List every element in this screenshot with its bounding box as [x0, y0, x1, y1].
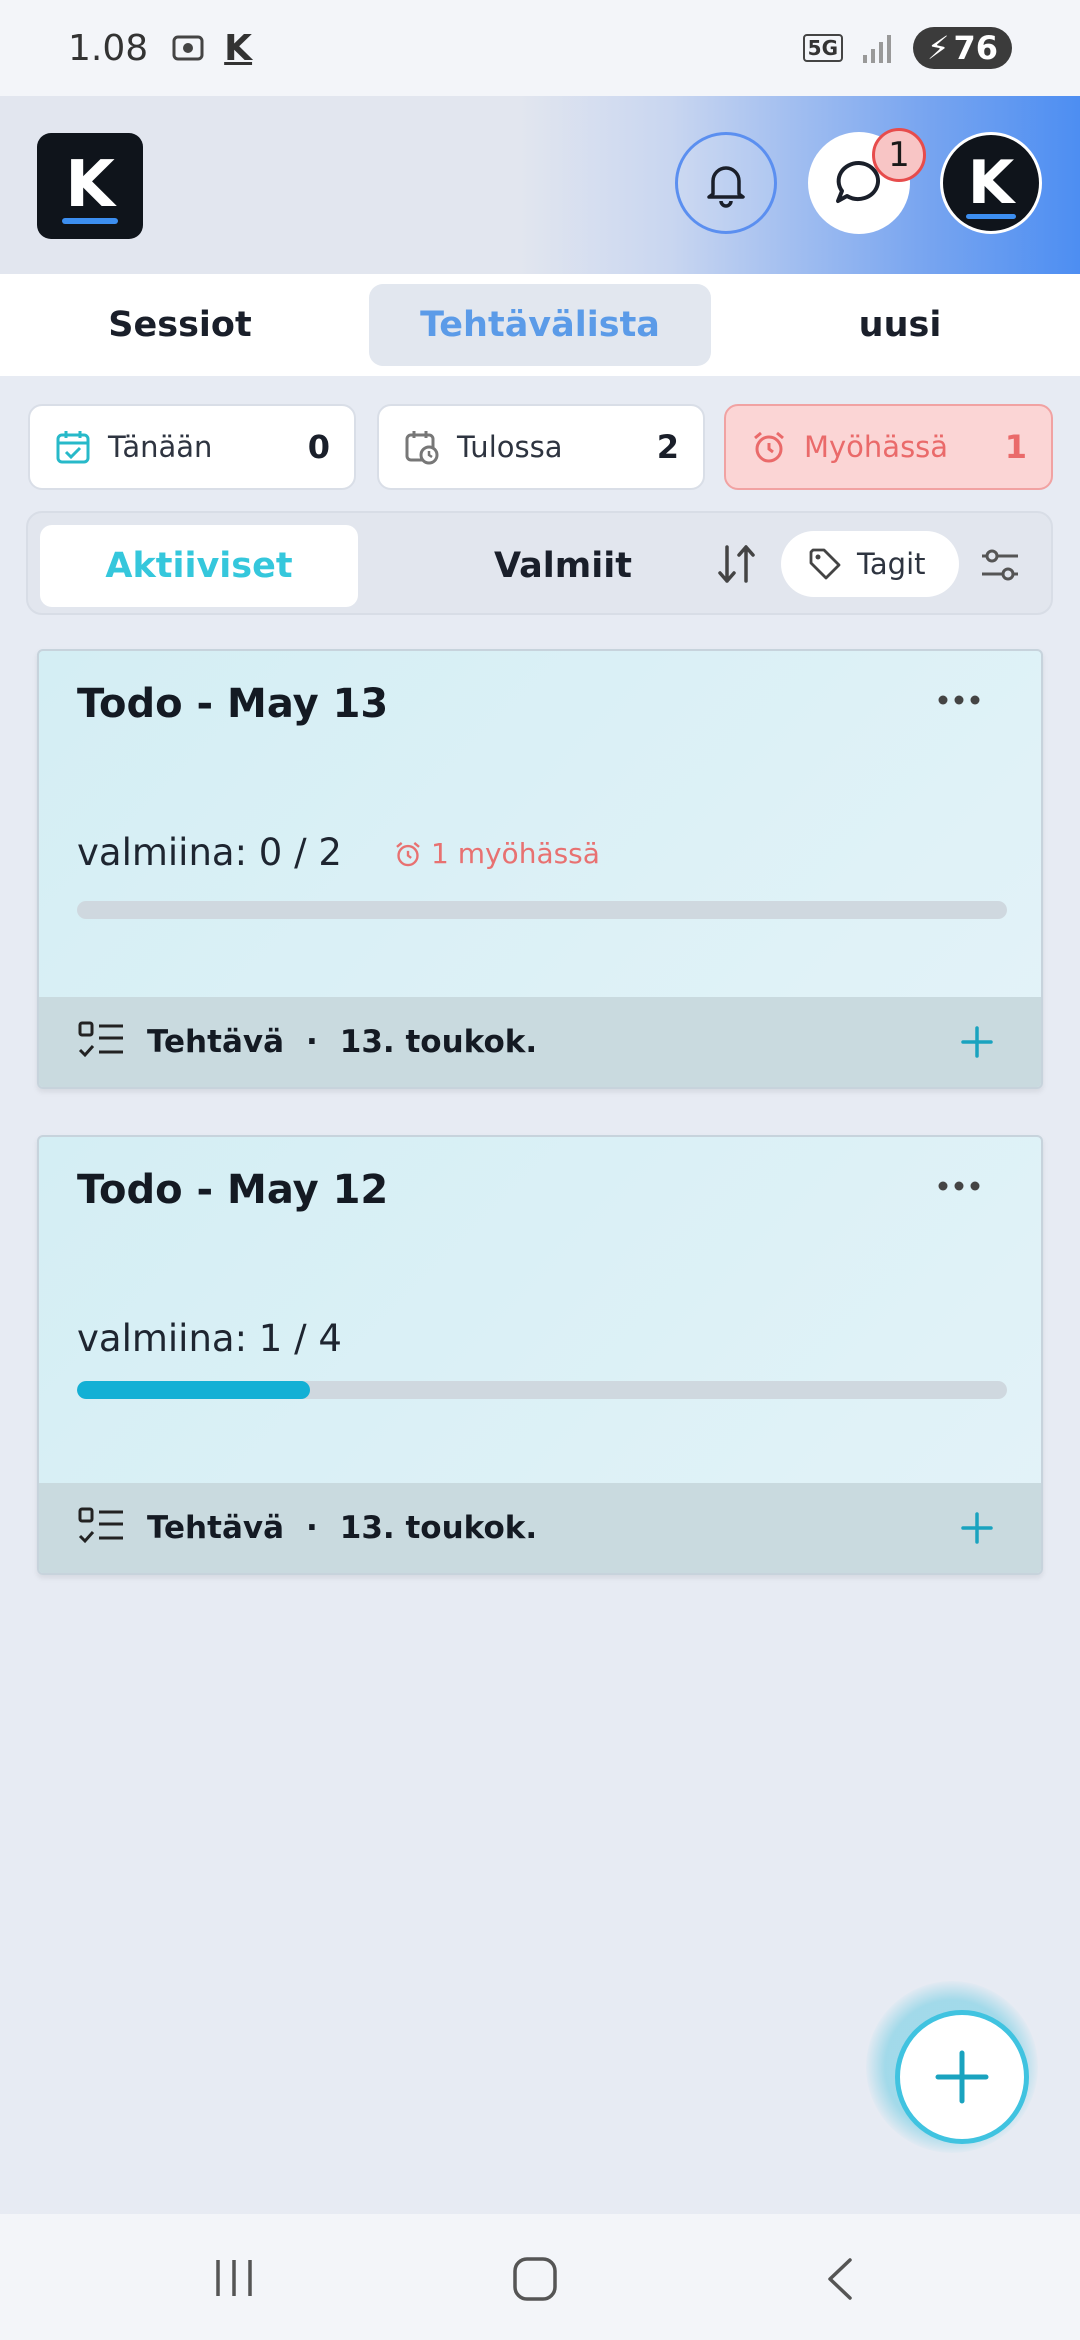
home-icon[interactable]: [512, 2256, 558, 2302]
card-title: Todo - May 12: [77, 1167, 389, 1213]
stat-overdue-label: Myöhässä: [804, 430, 949, 464]
card-footer-separator: ·: [306, 1510, 318, 1546]
add-task-icon[interactable]: [959, 1024, 995, 1060]
tag-icon: [809, 548, 841, 580]
card-date: 13. toukok.: [339, 1024, 538, 1060]
card-progress-bar: [77, 1381, 1007, 1399]
card-type: Tehtävä: [147, 1510, 284, 1546]
card-footer: Tehtävä · 13. toukok.: [39, 1483, 1041, 1573]
stat-upcoming-label: Tulossa: [457, 430, 563, 464]
alarm-icon: [754, 431, 784, 463]
recent-apps-icon[interactable]: [212, 2256, 256, 2300]
card-title: Todo - May 13: [77, 681, 389, 727]
card-progress-text: valmiina: 1 / 4: [77, 1317, 342, 1360]
checklist-icon: [78, 1021, 123, 1058]
todo-card[interactable]: Todo - May 13 valmiina: 0 / 2 1 myöhässä…: [37, 649, 1043, 1089]
filter-bar: Aktiiviset Valmiit Tagit: [26, 511, 1053, 615]
logo-letter: K: [65, 148, 115, 222]
stat-upcoming-count: 2: [656, 428, 679, 466]
alarm-icon: [396, 841, 420, 866]
tags-label: Tagit: [857, 547, 926, 581]
signal-icon: [863, 35, 891, 63]
battery-level: 76: [953, 29, 998, 67]
card-late-note: 1 myöhässä: [393, 837, 600, 870]
charging-icon: ⚡: [927, 29, 950, 67]
card-footer-separator: ·: [306, 1024, 318, 1060]
avatar-letter: K: [967, 147, 1015, 218]
card-type: Tehtävä: [147, 1024, 284, 1060]
card-footer: Tehtävä · 13. toukok.: [39, 997, 1041, 1087]
card-progress-fill: [77, 1381, 310, 1399]
tab-uusi[interactable]: uusi: [800, 305, 1000, 345]
calendar-check-icon: [56, 431, 90, 464]
stat-today-count: 0: [307, 428, 330, 466]
calendar-clock-icon: [405, 431, 439, 465]
more-options-icon[interactable]: [937, 1179, 981, 1193]
card-progress-bar: [77, 901, 1007, 919]
back-icon[interactable]: [820, 2256, 860, 2302]
card-late-text: 1 myöhässä: [431, 837, 600, 870]
more-options-icon[interactable]: [937, 693, 981, 707]
stat-overdue-count: 1: [1004, 428, 1027, 466]
messages-badge: 1: [872, 128, 926, 182]
stat-overdue[interactable]: Myöhässä 1: [724, 404, 1053, 490]
main-tabs: Sessiot Tehtävälista uusi: [0, 274, 1080, 376]
battery-indicator: ⚡ 76: [913, 27, 1012, 69]
segment-active[interactable]: Aktiiviset: [40, 525, 358, 607]
network-label: 5G: [802, 34, 843, 62]
add-list-button[interactable]: [895, 2010, 1029, 2144]
tab-tehtavalista[interactable]: Tehtävälista: [369, 284, 711, 366]
add-task-icon[interactable]: [959, 1510, 995, 1546]
status-bar: 1.08 K 5G ⚡ 76: [0, 0, 1080, 96]
bell-icon: [707, 166, 745, 208]
sort-icon[interactable]: [712, 539, 762, 589]
stat-today-label: Tänään: [108, 430, 213, 464]
notifications-button[interactable]: [675, 132, 777, 234]
segment-done[interactable]: Valmiit: [428, 525, 698, 607]
checklist-icon: [78, 1507, 123, 1544]
plus-icon: [935, 2050, 989, 2104]
filter-settings-icon[interactable]: [978, 543, 1022, 587]
status-time: 1.08: [68, 27, 149, 69]
user-avatar[interactable]: K: [940, 132, 1042, 234]
screenshot-icon: [172, 35, 204, 61]
tab-sessiot[interactable]: Sessiot: [60, 305, 300, 345]
system-nav-bar: [0, 2214, 1080, 2340]
todo-card[interactable]: Todo - May 12 valmiina: 1 / 4 Tehtävä · …: [37, 1135, 1043, 1575]
app-bar: K 1 K: [0, 96, 1080, 274]
card-date: 13. toukok.: [339, 1510, 538, 1546]
app-logo[interactable]: K: [37, 133, 143, 239]
stat-today[interactable]: Tänään 0: [28, 404, 356, 490]
stat-upcoming[interactable]: Tulossa 2: [377, 404, 705, 490]
card-progress-text: valmiina: 0 / 2: [77, 831, 342, 874]
tags-filter-button[interactable]: Tagit: [781, 531, 959, 597]
app-notification-icon: K: [224, 27, 253, 69]
